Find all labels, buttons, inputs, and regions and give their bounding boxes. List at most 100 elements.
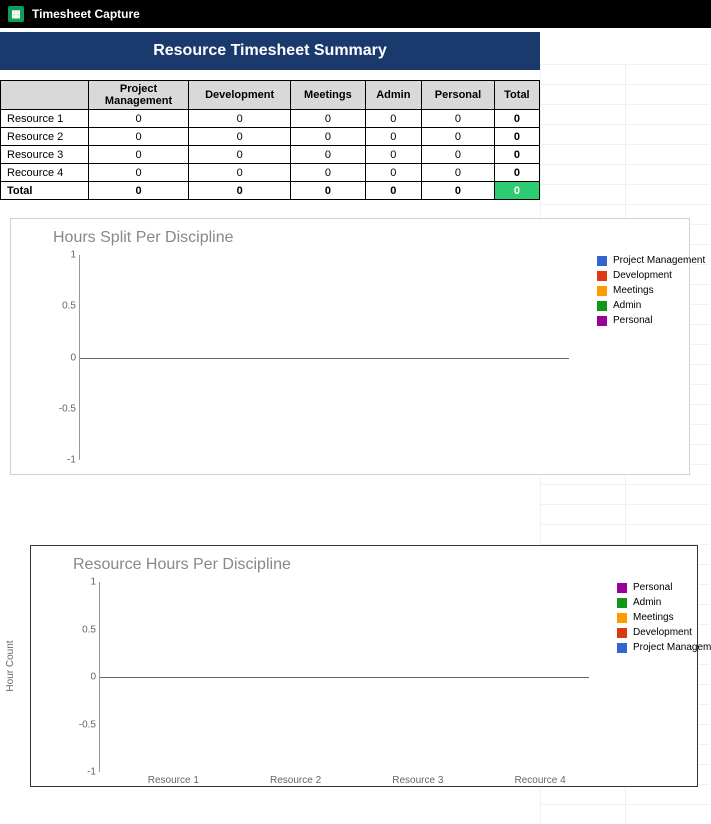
cell[interactable]: 0 [188,128,290,146]
legend-swatch [597,271,607,281]
ytick: -1 [50,455,76,466]
ytick: 1 [50,250,76,261]
grand-total[interactable]: 0 [494,182,539,200]
legend-item: Development [597,270,705,281]
cell[interactable]: 0 [188,146,290,164]
cell[interactable]: 0 [422,110,495,128]
cell[interactable]: 0 [291,164,365,182]
legend-swatch [617,598,627,608]
topbar: ▦ Timesheet Capture [0,0,711,28]
cell[interactable]: 0 [422,164,495,182]
xtick: Resource 3 [392,775,443,786]
legend-label: Admin [613,300,641,311]
th-per: Personal [422,81,495,110]
legend-label: Development [613,270,672,281]
cell[interactable]: 0 [188,182,290,200]
cell[interactable]: 0 [365,110,422,128]
row-label[interactable]: Resource 2 [1,128,89,146]
cell[interactable]: 0 [188,164,290,182]
cell[interactable]: 0 [422,182,495,200]
chart-title: Resource Hours Per Discipline [73,556,685,574]
th-dev: Development [188,81,290,110]
table-header-row: ProjectManagement Development Meetings A… [1,81,540,110]
ytick: 0.5 [50,301,76,312]
ytick: -1 [70,767,96,778]
xtick: Recource 4 [515,775,566,786]
xtick: Resource 2 [270,775,321,786]
legend-label: Meetings [633,612,674,623]
cell[interactable]: 0 [291,128,365,146]
cell[interactable]: 0 [188,110,290,128]
cell[interactable]: 0 [291,110,365,128]
legend-item: Project Management [597,255,705,266]
legend-swatch [597,286,607,296]
th-blank [1,81,89,110]
table-row[interactable]: Resource 1 0 0 0 0 0 0 [1,110,540,128]
cell[interactable]: 0 [89,128,189,146]
th-adm: Admin [365,81,422,110]
cell[interactable]: 0 [89,110,189,128]
legend-swatch [617,628,627,638]
ytick: 0 [50,352,76,363]
legend-swatch [597,256,607,266]
legend-swatch [617,583,627,593]
legend-item: Development [617,627,711,638]
legend-item: Admin [617,597,711,608]
legend-swatch [617,613,627,623]
cell[interactable]: 0 [422,146,495,164]
cell[interactable]: 0 [291,182,365,200]
legend-item: Personal [617,582,711,593]
table-row[interactable]: Recource 4 0 0 0 0 0 0 [1,164,540,182]
cell[interactable]: 0 [422,128,495,146]
plot-area: 1 0.5 0 -0.5 -1 Resource 1 Resource 2 Re… [99,582,589,772]
cell[interactable]: 0 [89,164,189,182]
axis-zero-line [100,677,589,678]
legend-label: Meetings [613,285,654,296]
cell-total[interactable]: 0 [494,110,539,128]
cell-total[interactable]: 0 [494,146,539,164]
row-label[interactable]: Recource 4 [1,164,89,182]
ytick: -0.5 [50,403,76,414]
cell-total[interactable]: 0 [494,164,539,182]
ytick: -0.5 [70,719,96,730]
chart-title: Hours Split Per Discipline [53,229,677,247]
axis-zero-line [80,358,569,359]
chart-resource-hours[interactable]: Resource Hours Per Discipline Hour Count… [30,545,698,787]
row-label[interactable]: Resource 3 [1,146,89,164]
cell[interactable]: 0 [365,164,422,182]
cell[interactable]: 0 [365,146,422,164]
ytick: 0 [70,672,96,683]
table-total-row[interactable]: Total 0 0 0 0 0 0 [1,182,540,200]
legend-item: Meetings [617,612,711,623]
cell[interactable]: 0 [291,146,365,164]
legend-label: Personal [633,582,672,593]
total-label[interactable]: Total [1,182,89,200]
y-axis-label: Hour Count [5,641,16,692]
ytick: 0.5 [70,624,96,635]
doc-title[interactable]: Timesheet Capture [32,7,140,21]
legend-swatch [597,316,607,326]
cell[interactable]: 0 [89,146,189,164]
legend-label: Project Management [613,255,705,266]
ytick: 1 [70,577,96,588]
cell[interactable]: 0 [365,128,422,146]
legend-swatch [597,301,607,311]
legend-item: Personal [597,315,705,326]
legend-swatch [617,643,627,653]
chart-legend: Project Management Development Meetings … [597,255,705,460]
table-row[interactable]: Resource 2 0 0 0 0 0 0 [1,128,540,146]
sheets-icon: ▦ [8,6,24,22]
table-row[interactable]: Resource 3 0 0 0 0 0 0 [1,146,540,164]
cell[interactable]: 0 [365,182,422,200]
cell[interactable]: 0 [89,182,189,200]
page-title: Resource Timesheet Summary [0,32,540,70]
cell-total[interactable]: 0 [494,128,539,146]
timesheet-table[interactable]: ProjectManagement Development Meetings A… [0,80,540,200]
legend-item: Meetings [597,285,705,296]
legend-item: Project Management [617,642,711,653]
row-label[interactable]: Resource 1 [1,110,89,128]
legend-label: Project Management [633,642,711,653]
legend-label: Personal [613,315,652,326]
chart-legend: Personal Admin Meetings Development Proj… [617,582,711,772]
chart-hours-split[interactable]: Hours Split Per Discipline Hour Count 1 … [10,218,690,475]
